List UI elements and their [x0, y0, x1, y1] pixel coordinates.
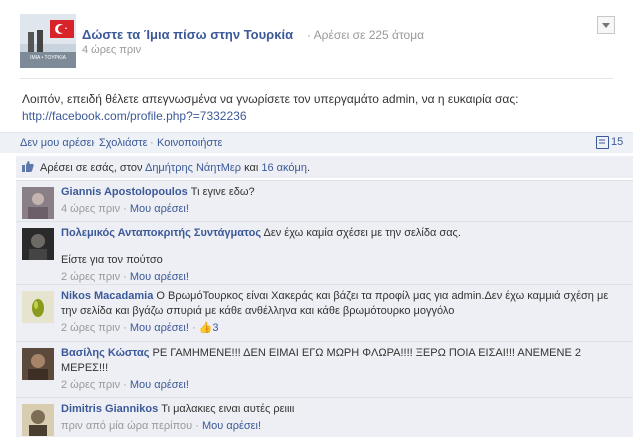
- page-likes-count: · Αρέσει σε 225 άτομα: [307, 28, 425, 42]
- comment-body: Nikos Macadamia Ο ΒρωμόΤουρκος είναι Χακ…: [61, 290, 609, 334]
- comment-like-button[interactable]: Μου αρέσει!: [202, 420, 261, 432]
- avatar[interactable]: [22, 187, 54, 219]
- comment-like-button[interactable]: Μου αρέσει!: [130, 322, 189, 334]
- likes-prefix: Αρέσει σε εσάς, στον: [40, 162, 143, 174]
- comment-text: Δεν έχω καμία σχέσει με την σελίδα σας.: [261, 227, 461, 239]
- post-timestamp[interactable]: 4 ώρες πριν: [82, 44, 141, 56]
- comment-body: Giannis Apostolopoulos Τι εγινε εδω? 4 ώ…: [61, 186, 255, 215]
- share-button[interactable]: Κοινοποιήστε: [157, 137, 222, 149]
- avatar[interactable]: [22, 348, 54, 380]
- likes-summary: Αρέσει σε εσάς, στον Δημήτρης ΝάητΜερ κα…: [16, 156, 633, 178]
- page-name-link[interactable]: Δώστε τα Ίμια πίσω στην Τουρκία: [82, 27, 293, 42]
- comment-time[interactable]: 4 ώρες πριν: [61, 203, 120, 215]
- thumbs-up-icon: 👍: [198, 322, 213, 334]
- comment-body: Πολεμικός Ανταποκριτής Συντάγματος Δεν έ…: [61, 226, 623, 285]
- comment-item: Nikos Macadamia Ο ΒρωμόΤουρκος είναι Χακ…: [16, 284, 633, 341]
- comment-like-button[interactable]: Μου αρέσει!: [130, 203, 189, 215]
- chevron-down-icon: [602, 22, 610, 28]
- comment-button[interactable]: Σχολιάστε: [99, 137, 148, 149]
- divider: [20, 78, 613, 79]
- avatar[interactable]: [22, 228, 54, 260]
- comment-text: Τι μαλακιες ειναι αυτές ρειιιι: [158, 403, 295, 415]
- thumbs-up-icon: [22, 161, 34, 172]
- comment-time[interactable]: 2 ώρες πριν: [61, 322, 120, 334]
- likes-text: Αρέσει σε εσάς, στον Δημήτρης ΝάητΜερ κα…: [40, 162, 310, 174]
- post-profile-link[interactable]: http://facebook.com/profile.php?=7332236: [22, 109, 247, 123]
- separator: ·: [92, 137, 96, 149]
- unlike-button[interactable]: Δεν μου αρέσει: [20, 137, 94, 149]
- comment-like-button[interactable]: Μου αρέσει!: [130, 271, 189, 283]
- comment-text: Τι εγινε εδω?: [187, 186, 255, 198]
- comment-author[interactable]: Πολεμικός Ανταποκριτής Συντάγματος: [61, 227, 261, 239]
- comment-author[interactable]: Giannis Apostolopoulos: [61, 186, 188, 198]
- page-avatar[interactable]: ΙΜΙΑ • ΤΟΥΡΚΙΑ: [20, 14, 76, 68]
- comment-author[interactable]: Dimitris Giannikos: [61, 403, 158, 415]
- comment-author[interactable]: Βασίλης Κώστας: [61, 347, 150, 359]
- comment-item: Βασίλης Κώστας ΡΕ ΓΑΜΗΜΕΝΕ!!! ΔΕΝ ΕΙΜΑΙ …: [16, 341, 633, 397]
- comment-time[interactable]: πριν από μία ώρα περίπου: [61, 420, 192, 432]
- comment-time[interactable]: 2 ώρες πριν: [61, 379, 120, 391]
- comment-count[interactable]: 15: [611, 136, 623, 148]
- comment-like-button[interactable]: Μου αρέσει!: [130, 379, 189, 391]
- post-text: Λοιπόν, επειδή θέλετε απεγνωσμένα να γνω…: [22, 92, 519, 106]
- likes-middle: και: [244, 162, 259, 174]
- avatar[interactable]: [22, 291, 54, 323]
- post-menu-button[interactable]: [597, 16, 615, 34]
- comment-item: Dimitris Giannikos Τι μαλακιες ειναι αυτ…: [16, 397, 633, 437]
- avatar[interactable]: [22, 404, 54, 436]
- like-count-value: 3: [212, 322, 219, 334]
- comment-bubble-icon: [596, 136, 609, 149]
- comment-item: Giannis Apostolopoulos Τι εγινε εδω? 4 ώ…: [16, 180, 633, 221]
- comment-item: Πολεμικός Ανταποκριτής Συντάγματος Δεν έ…: [16, 221, 633, 284]
- separator: ·: [150, 137, 154, 149]
- comment-time[interactable]: 2 ώρες πριν: [61, 271, 120, 283]
- comment-body: Βασίλης Κώστας ΡΕ ΓΑΜΗΜΕΝΕ!!! ΔΕΝ ΕΙΜΑΙ …: [61, 347, 581, 391]
- comment-body: Dimitris Giannikos Τι μαλακιες ειναι αυτ…: [61, 403, 295, 432]
- post-action-bar: Δεν μου αρέσει · Σχολιάστε · Κοινοποιήστ…: [0, 132, 633, 153]
- likes-suffix: .: [306, 162, 311, 174]
- comment-like-count[interactable]: 👍3: [199, 322, 219, 334]
- liker-name-link[interactable]: Δημήτρης ΝάητΜερ: [145, 162, 241, 174]
- likes-others-link[interactable]: 16 ακόμη: [261, 162, 307, 174]
- comment-text-line2: Είστε για τον πούτσο: [61, 254, 163, 266]
- avatar-caption: ΙΜΙΑ • ΤΟΥΡΚΙΑ: [30, 55, 66, 61]
- comment-author[interactable]: Nikos Macadamia: [61, 290, 153, 302]
